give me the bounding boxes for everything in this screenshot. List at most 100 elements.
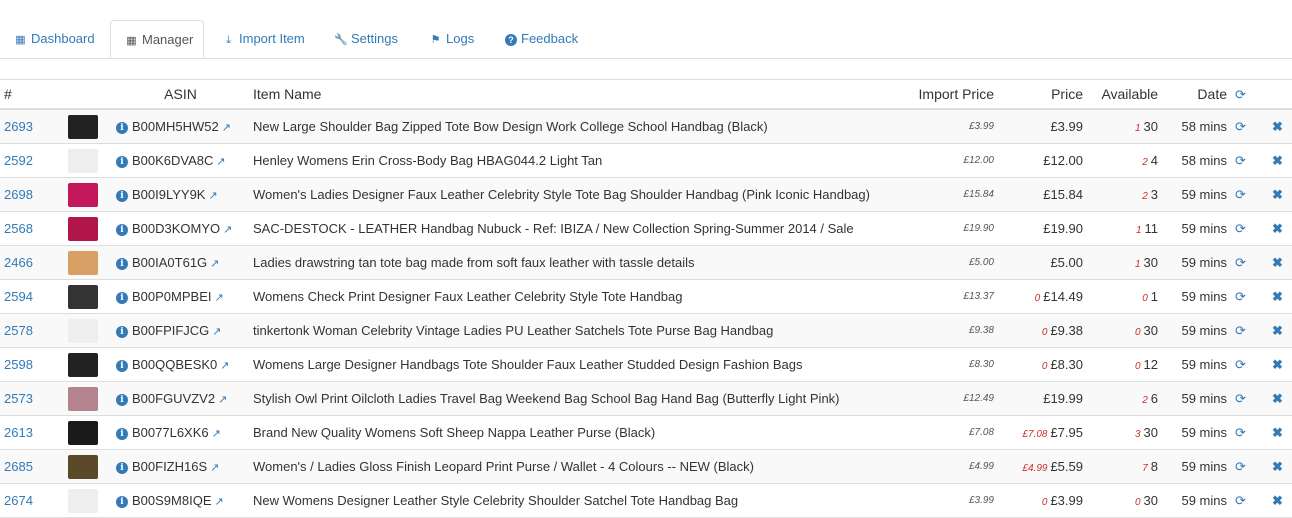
delete-cell: ✖: [1263, 415, 1292, 450]
external-link-icon[interactable]: ↗: [218, 393, 227, 406]
refresh-icon[interactable]: ⟳: [1235, 459, 1246, 474]
asin-cell: i B00FPIFJCG ↗: [112, 313, 249, 348]
delete-icon[interactable]: ✖: [1272, 153, 1283, 168]
external-link-icon[interactable]: ↗: [212, 427, 221, 440]
product-thumbnail[interactable]: [68, 114, 98, 139]
table-row: 2594 i B00P0MPBEI ↗ Womens Check Print Desig…: [0, 279, 1292, 314]
info-icon[interactable]: i: [116, 189, 128, 202]
refresh-icon[interactable]: ⟳: [1235, 221, 1246, 236]
refresh-icon[interactable]: ⟳: [1235, 425, 1246, 440]
external-link-icon[interactable]: ↗: [216, 155, 225, 168]
external-link-icon[interactable]: ↗: [220, 359, 229, 372]
row-id-link[interactable]: 2568: [4, 221, 33, 236]
row-id-link[interactable]: 2578: [4, 323, 33, 338]
tab-dashboard[interactable]: ▦ Dashboard: [14, 20, 94, 58]
import-price-cell: £12.49: [905, 381, 998, 416]
info-icon[interactable]: i: [116, 359, 128, 372]
row-id-link[interactable]: 2592: [4, 153, 33, 168]
info-icon[interactable]: i: [116, 291, 128, 304]
product-thumbnail[interactable]: [68, 148, 98, 173]
available-prefix: 0: [1134, 327, 1141, 338]
import-price: £4.99: [968, 461, 994, 472]
external-link-icon[interactable]: ↗: [210, 257, 219, 270]
delete-icon[interactable]: ✖: [1272, 425, 1283, 440]
delete-icon[interactable]: ✖: [1272, 357, 1283, 372]
refresh-icon[interactable]: ⟳: [1235, 187, 1246, 202]
tab-logs[interactable]: ⚑ Logs: [429, 20, 475, 58]
refresh-icon[interactable]: ⟳: [1235, 153, 1246, 168]
info-icon[interactable]: i: [116, 393, 128, 406]
info-icon[interactable]: i: [116, 461, 128, 474]
row-id-link[interactable]: 2594: [4, 289, 33, 304]
external-link-icon[interactable]: ↗: [222, 121, 231, 134]
import-price-cell: £19.90: [905, 211, 998, 246]
external-link-icon[interactable]: ↗: [208, 189, 217, 202]
product-thumbnail[interactable]: [68, 488, 98, 513]
tab-manager[interactable]: ▦ Manager: [110, 20, 204, 58]
import-icon: ⤓: [226, 34, 231, 46]
tab-feedback[interactable]: ? Feedback: [505, 20, 578, 58]
price-value: £3.99: [1050, 493, 1083, 508]
product-thumbnail[interactable]: [68, 318, 98, 343]
refresh-icon[interactable]: ⟳: [1235, 119, 1246, 134]
external-link-icon[interactable]: ↗: [212, 325, 221, 338]
external-link-icon[interactable]: ↗: [210, 461, 219, 474]
product-thumbnail[interactable]: [68, 352, 98, 377]
tab-settings[interactable]: 🔧 Settings: [334, 20, 398, 58]
delete-icon[interactable]: ✖: [1272, 255, 1283, 270]
product-thumbnail[interactable]: [68, 182, 98, 207]
delete-icon[interactable]: ✖: [1272, 119, 1283, 134]
refresh-icon[interactable]: ⟳: [1235, 289, 1246, 304]
row-id-link[interactable]: 2613: [4, 425, 33, 440]
info-icon[interactable]: i: [116, 427, 128, 440]
row-id-link[interactable]: 2466: [4, 255, 33, 270]
delete-icon[interactable]: ✖: [1272, 459, 1283, 474]
row-id-link[interactable]: 2698: [4, 187, 33, 202]
refresh-cell: ⟳: [1231, 279, 1263, 314]
available-cell: 26: [1087, 381, 1162, 416]
thumb-cell: [54, 347, 112, 382]
delete-icon[interactable]: ✖: [1272, 391, 1283, 406]
product-thumbnail[interactable]: [68, 454, 98, 479]
info-icon[interactable]: i: [116, 325, 128, 338]
item-name: Stylish Owl Print Oilcloth Ladies Travel…: [253, 391, 840, 406]
delete-icon[interactable]: ✖: [1272, 323, 1283, 338]
info-icon[interactable]: i: [116, 257, 128, 270]
refresh-icon[interactable]: ⟳: [1235, 255, 1246, 270]
refresh-all-icon[interactable]: ⟳: [1231, 80, 1263, 110]
row-id-link[interactable]: 2674: [4, 493, 33, 508]
info-icon[interactable]: i: [116, 121, 128, 134]
price-cell: 0 £3.99: [998, 483, 1087, 518]
row-id-link[interactable]: 2573: [4, 391, 33, 406]
row-id-link[interactable]: 2598: [4, 357, 33, 372]
delete-cell: ✖: [1263, 381, 1292, 416]
product-thumbnail[interactable]: [68, 386, 98, 411]
external-link-icon[interactable]: ↗: [223, 223, 232, 236]
refresh-icon[interactable]: ⟳: [1235, 323, 1246, 338]
product-thumbnail[interactable]: [68, 420, 98, 445]
delete-icon[interactable]: ✖: [1272, 493, 1283, 508]
tab-label: Manager: [142, 32, 194, 47]
delete-icon[interactable]: ✖: [1272, 221, 1283, 236]
row-id-link[interactable]: 2693: [4, 119, 33, 134]
refresh-icon[interactable]: ⟳: [1235, 391, 1246, 406]
available-prefix: 1: [1135, 225, 1142, 236]
price-value: £19.99: [1043, 391, 1083, 406]
info-icon[interactable]: i: [116, 223, 128, 236]
header-row: # ASIN Item Name Import Price Price Avai…: [0, 80, 1292, 110]
row-id-link[interactable]: 2685: [4, 459, 33, 474]
product-thumbnail[interactable]: [68, 250, 98, 275]
delete-icon[interactable]: ✖: [1272, 289, 1283, 304]
product-thumbnail[interactable]: [68, 216, 98, 241]
refresh-icon[interactable]: ⟳: [1235, 493, 1246, 508]
available-prefix: 0: [1142, 293, 1148, 304]
refresh-icon[interactable]: ⟳: [1235, 357, 1246, 372]
import-price-cell: £15.84: [905, 177, 998, 212]
info-icon[interactable]: i: [116, 155, 128, 168]
info-icon[interactable]: i: [116, 495, 128, 508]
product-thumbnail[interactable]: [68, 284, 98, 309]
tab-import-item[interactable]: ⤓ Import Item: [222, 20, 305, 58]
delete-icon[interactable]: ✖: [1272, 187, 1283, 202]
external-link-icon[interactable]: ↗: [215, 291, 224, 304]
external-link-icon[interactable]: ↗: [215, 495, 224, 508]
